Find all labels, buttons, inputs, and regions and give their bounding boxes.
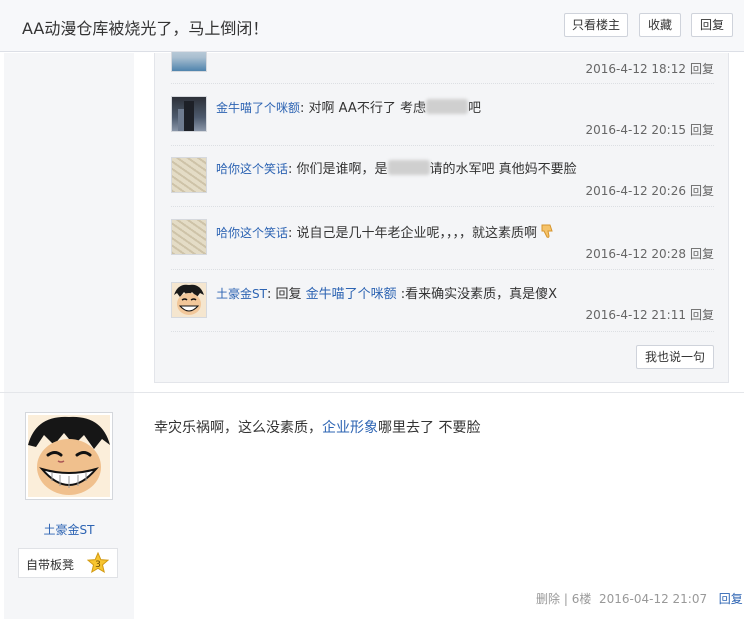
- sub-reply-meta: 2016-4-12 20:15 回复: [585, 121, 714, 138]
- sub-reply-avatar[interactable]: [171, 157, 207, 193]
- post-floor-5: 2016-4-12 18:12 回复 金牛喵了个咪额: 对啊 AA不行了 考虑吧 …: [0, 36, 744, 392]
- sub-reply-content: :看来确实没素质，真是傻X: [396, 287, 558, 302]
- cartoon-face-icon: [172, 283, 206, 317]
- favorite-button[interactable]: 收藏: [639, 13, 681, 37]
- sub-reply-reply-link[interactable]: 回复: [690, 247, 714, 261]
- post-floor-6: 土豪金ST 自带板凳 3 幸灾乐祸啊，这么没素质，企业形象哪里去了 不要脸 删除…: [0, 392, 744, 619]
- post-text: 幸灾乐祸啊，这么没素质，: [154, 420, 322, 436]
- delete-link[interactable]: 删除: [536, 592, 560, 606]
- sub-reply-username[interactable]: 金牛喵了个咪额: [216, 101, 300, 115]
- sub-reply-username[interactable]: 哈你这个笑话: [216, 162, 288, 176]
- sub-reply-meta: 2016-4-12 18:12 回复: [585, 60, 714, 77]
- star-level-icon: 3: [87, 552, 109, 574]
- sub-reply-reply-link[interactable]: 回复: [690, 308, 714, 322]
- sub-reply-meta: 2016-4-12 20:28 回复: [585, 245, 714, 262]
- sub-reply-item: 哈你这个笑话: 你们是谁啊，是 请的水军吧 真他妈不要脸 2016-4-12 20…: [171, 146, 714, 207]
- sub-reply-text: 哈你这个笑话: 你们是谁啊，是 请的水军吧 真他妈不要脸: [216, 158, 577, 177]
- thread-header: AA动漫仓库被烧光了，马上倒闭！ 只看楼主 收藏 回复: [0, 0, 744, 52]
- sub-reply-item: 土豪金ST: 回复 金牛喵了个咪额 :看来确实没素质，真是傻X 2016-4-1…: [171, 270, 714, 332]
- post-text: 哪里去了 不要脸: [378, 420, 481, 436]
- sub-reply-username[interactable]: 土豪金ST: [216, 287, 267, 301]
- sub-reply-content: 说自己是几十年老企业呢，，，，就这素质啊: [292, 226, 538, 241]
- sub-reply-text: 哈你这个笑话: 说自己是几十年老企业呢，，，，就这素质啊: [216, 222, 555, 241]
- post-content: 幸灾乐祸啊，这么没素质，企业形象哪里去了 不要脸: [154, 417, 480, 437]
- sub-reply-time: 2016-4-12 21:11: [585, 308, 686, 322]
- footer-divider: |: [560, 592, 572, 606]
- cartoon-face-icon: [28, 415, 110, 497]
- sub-reply-reply-link[interactable]: 回复: [690, 184, 714, 198]
- blurred-text: [387, 160, 430, 175]
- sub-reply-meta: 2016-4-12 20:26 回复: [585, 182, 714, 199]
- author-avatar[interactable]: [25, 412, 113, 500]
- blurred-text: [425, 99, 468, 114]
- sub-reply-time: 2016-4-12 20:15: [585, 123, 686, 137]
- sub-reply-time: 2016-4-12 20:28: [585, 247, 686, 261]
- sub-reply-avatar[interactable]: [171, 96, 207, 132]
- post-inline-link[interactable]: 企业形象: [322, 420, 378, 436]
- sub-reply-content: 对啊 AA不行了 考虑: [304, 101, 426, 116]
- sub-reply-reply-link[interactable]: 回复: [690, 123, 714, 137]
- reply-button[interactable]: 回复: [691, 13, 733, 37]
- say-something-button[interactable]: 我也说一句: [636, 345, 714, 369]
- post-reply-link[interactable]: 回复: [719, 592, 743, 606]
- sub-reply-time: 2016-4-12 20:26: [585, 184, 686, 198]
- sub-reply-content: 吧: [467, 101, 481, 116]
- sub-reply-item: 金牛喵了个咪额: 对啊 AA不行了 考虑吧 2016-4-12 20:15 回复: [171, 84, 714, 146]
- sub-reply-reply-link[interactable]: 回复: [690, 62, 714, 76]
- level-badge[interactable]: 自带板凳 3: [18, 548, 118, 578]
- sub-reply-avatar[interactable]: [171, 282, 207, 318]
- sub-reply-meta: 2016-4-12 21:11 回复: [585, 306, 714, 323]
- sub-reply-avatar[interactable]: [171, 219, 207, 255]
- floor-number: 6楼: [571, 592, 592, 606]
- sub-reply-text: 土豪金ST: 回复 金牛喵了个咪额 :看来确实没素质，真是傻X: [216, 283, 557, 302]
- thumbs-down-icon: [539, 223, 555, 239]
- sub-reply-text: 金牛喵了个咪额: 对啊 AA不行了 考虑吧: [216, 97, 481, 116]
- thread-title: AA动漫仓库被烧光了，马上倒闭！: [22, 19, 269, 38]
- avatar-figure-icon: [178, 101, 194, 131]
- sub-reply-item: 哈你这个笑话: 说自己是几十年老企业呢，，，，就这素质啊 2016-4-12 2…: [171, 207, 714, 270]
- post-time: 2016-04-12 21:07: [598, 592, 708, 606]
- sub-reply-reply-word: 回复: [271, 287, 306, 302]
- sub-reply-target-user[interactable]: 金牛喵了个咪额: [306, 287, 397, 302]
- sub-reply-panel: 2016-4-12 18:12 回复 金牛喵了个咪额: 对啊 AA不行了 考虑吧 …: [154, 36, 729, 383]
- sub-reply-content: 请的水军吧 真他妈不要脸: [429, 162, 577, 177]
- sub-reply-time: 2016-4-12 18:12: [585, 62, 686, 76]
- sub-reply-username[interactable]: 哈你这个笑话: [216, 226, 288, 240]
- level-badge-label: 自带板凳: [26, 558, 75, 572]
- sub-reply-content: 你们是谁啊，是: [292, 162, 388, 177]
- level-number: 3: [95, 560, 101, 570]
- author-column: [4, 53, 134, 392]
- post-footer: 删除 | 6楼 2016-04-12 21:07 回复: [536, 590, 743, 607]
- only-op-button[interactable]: 只看楼主: [564, 13, 628, 37]
- sub-reply-item: 2016-4-12 18:12 回复: [171, 36, 714, 84]
- author-username[interactable]: 土豪金ST: [4, 521, 134, 538]
